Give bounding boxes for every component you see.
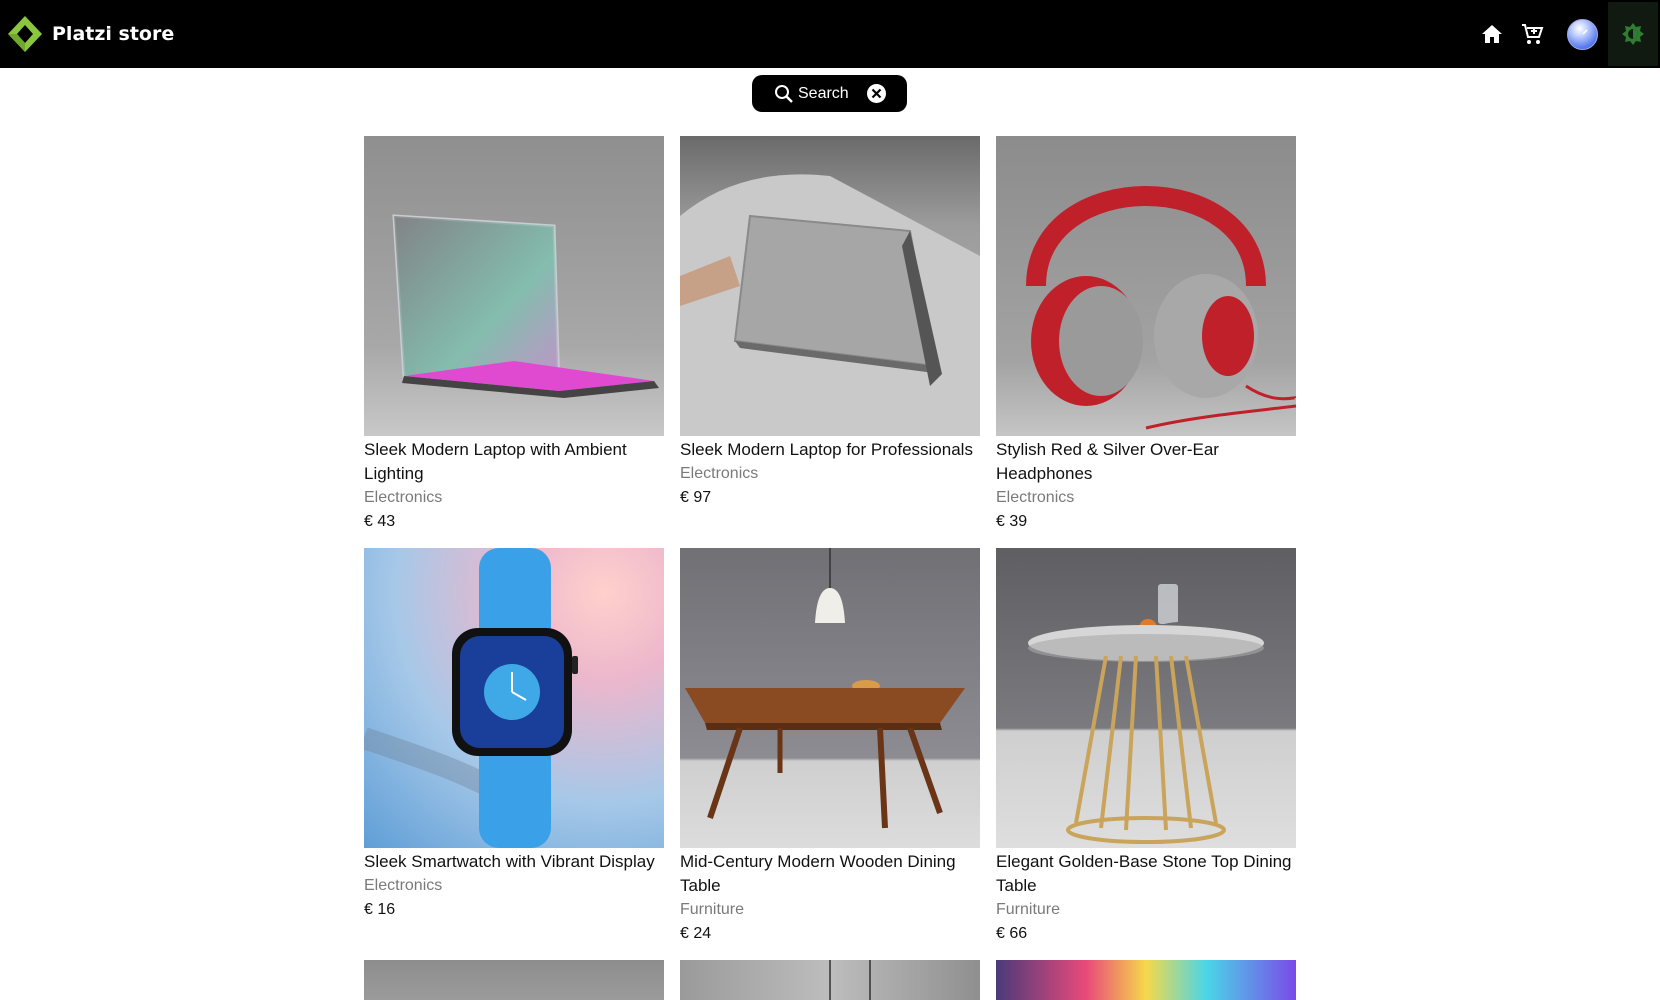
product-card[interactable]: Mid-Century Modern Wooden Dining Table F…: [680, 548, 980, 944]
product-price: € 39: [996, 513, 1028, 530]
product-image: [680, 960, 980, 1000]
product-price: € 16: [364, 901, 396, 918]
product-card[interactable]: [996, 960, 1296, 1000]
product-card[interactable]: [364, 960, 664, 1000]
product-image: [996, 136, 1296, 436]
close-icon[interactable]: [866, 83, 887, 104]
product-title: Sleek Modern Laptop with Ambient Lightin…: [364, 440, 627, 483]
product-price: € 43: [364, 513, 396, 530]
home-icon: [1481, 24, 1503, 44]
product-image: [364, 960, 664, 1000]
product-image: [680, 548, 980, 848]
product-image: [680, 136, 980, 436]
product-card[interactable]: Stylish Red & Silver Over-Ear Headphones…: [996, 136, 1296, 532]
search-label: Search: [798, 84, 849, 102]
product-price: € 24: [680, 925, 712, 942]
product-category: Electronics: [680, 465, 759, 482]
product-price: € 66: [996, 925, 1028, 942]
product-image: [364, 548, 664, 848]
theme-toggle-button[interactable]: [1608, 2, 1658, 66]
product-image: [996, 960, 1296, 1000]
product-card[interactable]: [680, 960, 980, 1000]
product-category: Electronics: [996, 489, 1075, 506]
avatar[interactable]: [1567, 18, 1598, 50]
cart-button[interactable]: [1517, 19, 1547, 49]
product-category: Furniture: [680, 901, 745, 918]
search-button[interactable]: Search: [752, 75, 907, 112]
product-category: Furniture: [996, 901, 1061, 918]
brand-link[interactable]: Platzi store: [6, 14, 174, 54]
product-card[interactable]: Sleek Smartwatch with Vibrant Display El…: [364, 548, 664, 944]
brand-name: Platzi store: [52, 23, 175, 45]
product-title: Sleek Smartwatch with Vibrant Display: [364, 852, 655, 871]
product-title: Mid-Century Modern Wooden Dining Table: [680, 852, 956, 895]
product-grid: Sleek Modern Laptop with Ambient Lightin…: [364, 136, 1296, 1000]
product-title: Stylish Red & Silver Over-Ear Headphones: [996, 440, 1219, 483]
product-image: [364, 136, 664, 436]
product-image: [996, 548, 1296, 848]
product-card[interactable]: Elegant Golden-Base Stone Top Dining Tab…: [996, 548, 1296, 944]
product-category: Electronics: [364, 489, 443, 506]
product-title: Elegant Golden-Base Stone Top Dining Tab…: [996, 852, 1292, 895]
product-card[interactable]: Sleek Modern Laptop with Ambient Lightin…: [364, 136, 664, 532]
top-navbar: Platzi store: [0, 0, 1660, 68]
cart-icon: [1520, 22, 1544, 46]
product-price: € 97: [680, 489, 712, 506]
home-button[interactable]: [1477, 19, 1507, 49]
diamond-logo-icon: [6, 14, 44, 54]
product-category: Electronics: [364, 877, 443, 894]
sun-icon: [1621, 22, 1645, 46]
product-card[interactable]: Sleek Modern Laptop for Professionals El…: [680, 136, 980, 532]
search-icon: [774, 84, 794, 104]
product-title: Sleek Modern Laptop for Professionals: [680, 440, 973, 459]
